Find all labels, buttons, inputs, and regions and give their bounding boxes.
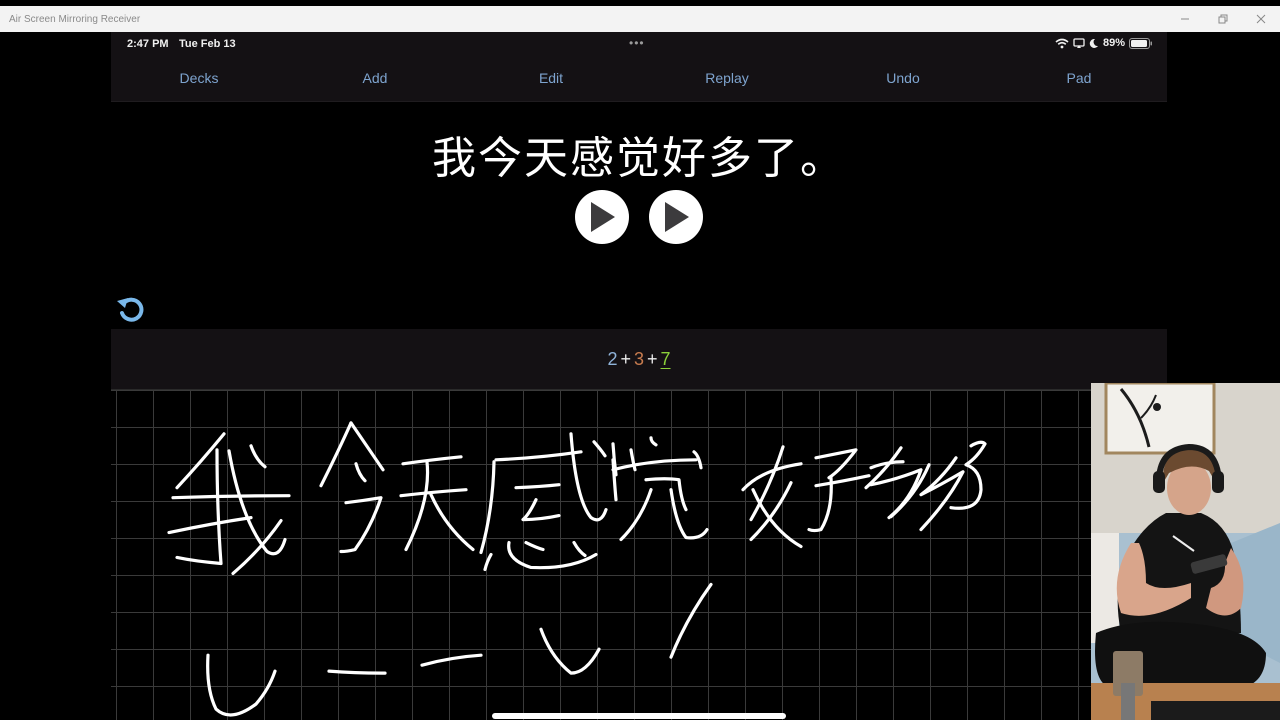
status-icons: 89% <box>1055 37 1153 49</box>
plus-sign: + <box>647 348 658 369</box>
restore-button[interactable] <box>1204 6 1242 32</box>
status-time: 2:47 PM <box>127 38 169 50</box>
close-icon <box>1256 14 1266 24</box>
play-audio-slow-button[interactable] <box>649 190 703 244</box>
ink-tone-marks <box>206 582 713 717</box>
ink-char-duo <box>864 446 965 532</box>
handwriting-ink <box>167 421 987 717</box>
minimize-button[interactable] <box>1166 6 1204 32</box>
add-button[interactable]: Add <box>287 56 463 101</box>
rotate-back-icon[interactable] <box>115 294 147 326</box>
replay-button[interactable]: Replay <box>639 56 815 101</box>
toolbar: Decks Add Edit Replay Undo Pad <box>111 56 1167 102</box>
restore-icon <box>1218 14 1228 24</box>
home-indicator[interactable] <box>492 713 786 719</box>
count-review: 7 <box>660 348 671 369</box>
flashcard: 我今天感觉好多了。 <box>111 102 1167 329</box>
count-new: 2 <box>607 348 618 369</box>
play-icon <box>665 202 689 232</box>
multitasking-dots-icon[interactable]: ••• <box>629 36 645 50</box>
screen-mirroring-icon <box>1073 37 1085 48</box>
webcam-video-frame <box>1091 383 1280 720</box>
decks-button[interactable]: Decks <box>111 56 287 101</box>
status-bar: 2:47 PM Tue Feb 13 ••• 89% <box>111 32 1167 56</box>
undo-button[interactable]: Undo <box>815 56 991 101</box>
count-learning: 3 <box>633 348 644 369</box>
ink-char-tian <box>399 455 475 552</box>
play-icon <box>591 202 615 232</box>
window-title: Air Screen Mirroring Receiver <box>9 13 141 25</box>
ink-char-gan <box>479 432 608 572</box>
close-button[interactable] <box>1242 6 1280 32</box>
ipad-screen: 2:47 PM Tue Feb 13 ••• 89% Decks Add Edi… <box>111 32 1167 720</box>
ink-char-jue <box>611 436 709 542</box>
window-titlebar: Air Screen Mirroring Receiver <box>0 6 1280 32</box>
battery-icon <box>1129 37 1152 49</box>
window-controls <box>1166 6 1280 32</box>
battery-percent: 89% <box>1102 37 1125 49</box>
ink-char-hao <box>741 445 871 549</box>
writing-pad[interactable] <box>111 389 1167 720</box>
webcam-overlay <box>1091 383 1280 720</box>
play-audio-button[interactable] <box>575 190 629 244</box>
status-date: Tue Feb 13 <box>179 38 236 50</box>
audio-controls <box>111 190 1167 244</box>
card-sentence: 我今天感觉好多了。 <box>432 133 846 184</box>
ink-char-wo <box>167 432 291 576</box>
ink-char-jin <box>319 421 385 554</box>
edit-button[interactable]: Edit <box>463 56 639 101</box>
plus-sign: + <box>620 348 631 369</box>
wifi-icon <box>1055 38 1069 48</box>
minimize-icon <box>1181 18 1189 20</box>
pad-button[interactable]: Pad <box>991 56 1167 101</box>
moon-icon <box>1089 38 1098 48</box>
review-counts: 2 + 3 + 7 <box>111 329 1167 389</box>
